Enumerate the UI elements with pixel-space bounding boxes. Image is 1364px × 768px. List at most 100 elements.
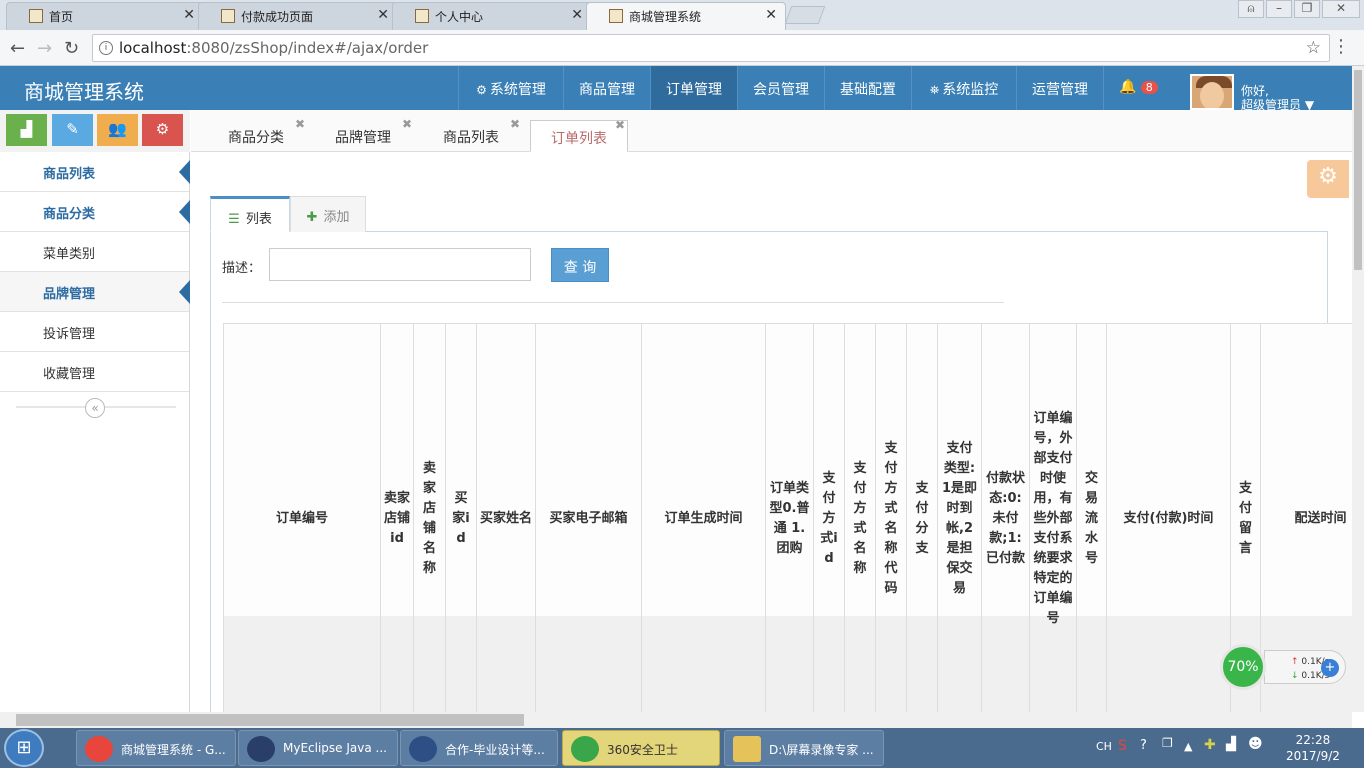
column-header[interactable]: 订单生成时间 [641, 324, 765, 712]
column-header[interactable]: 支付方式id [813, 324, 844, 712]
network-signal-icon[interactable]: ▟ [1226, 737, 1236, 752]
shield-360-icon[interactable]: ✚ [1204, 737, 1216, 753]
description-input[interactable] [269, 248, 531, 281]
column-header[interactable]: 卖家店铺名称 [413, 324, 445, 712]
column-header[interactable]: 付款状态:0:未付款;1:已付款 [981, 324, 1029, 712]
nav-basic-config[interactable]: 基础配置 [824, 66, 911, 110]
close-tab-icon[interactable]: ✕ [377, 7, 389, 23]
close-tab-icon[interactable]: ✖ [402, 117, 412, 131]
cogs-icon[interactable]: ⚙ [142, 114, 183, 146]
user-menu[interactable]: 你好, 超级管理员 ▼ [1241, 84, 1314, 112]
close-tab-icon[interactable]: ✖ [295, 117, 305, 131]
taskbar-item-explorer[interactable]: D:\屏幕录像专家 ... [724, 730, 884, 766]
new-tab-button[interactable] [784, 6, 826, 24]
tab-product-list[interactable]: 商品列表 ✖ [428, 117, 520, 152]
browser-menu-icon[interactable]: ⋮ [1332, 36, 1350, 57]
users-icon[interactable]: 👥 [97, 114, 138, 146]
browser-tab-home[interactable]: 首页 ✕ [6, 2, 204, 30]
taskbar-label: 360安全卫士 [607, 743, 678, 757]
taskbar-item-360[interactable]: 360安全卫士 [562, 730, 720, 766]
help-icon[interactable]: ? [1140, 738, 1147, 753]
show-hidden-icon[interactable]: ▲ [1184, 740, 1192, 753]
nav-label: 商品管理 [579, 82, 635, 98]
nav-system-monitor[interactable]: ⛯ 系统监控 [911, 66, 1016, 110]
collapse-sidebar-icon[interactable]: « [85, 398, 105, 418]
tab-list[interactable]: ☰ 列表 [210, 196, 290, 232]
browser-tab-mall-admin[interactable]: 商城管理系统 ✕ [586, 2, 786, 30]
query-button[interactable]: 查 询 [551, 248, 609, 282]
signal-icon[interactable]: ▟ [6, 114, 47, 146]
close-tab-icon[interactable]: ✕ [765, 7, 777, 23]
speed-box: ↑ 0.1K/s ↓ 0.1K/s + [1264, 650, 1346, 684]
scrollbar-thumb[interactable] [1354, 70, 1362, 270]
avatar[interactable] [1190, 74, 1234, 110]
restore-icon[interactable]: ❐ [1294, 0, 1320, 18]
qq-icon[interactable]: ☻ [1248, 736, 1263, 752]
taskbar-item-myeclipse[interactable]: MyEclipse Java ... [238, 730, 398, 766]
column-header[interactable]: 买家电子邮箱 [535, 324, 641, 712]
clipboard-icon[interactable]: ❐ [1162, 736, 1173, 750]
windows-start-icon[interactable]: ⊞ [4, 729, 44, 767]
tab-order-list[interactable]: 订单列表 ✖ [530, 118, 628, 152]
column-header[interactable]: 支付方式名称代码 [875, 324, 906, 712]
taskbar-item-chrome[interactable]: 商城管理系统 - G... [76, 730, 236, 766]
minimize-icon[interactable]: – [1266, 0, 1292, 18]
column-header[interactable]: 支付分支 [906, 324, 937, 712]
back-arrow-icon[interactable]: ← [10, 38, 25, 59]
clock[interactable]: 22:28 2017/9/2 [1286, 732, 1340, 764]
tab-product-category[interactable]: 商品分类 ✖ [213, 117, 305, 152]
close-tab-icon[interactable]: ✖ [615, 118, 625, 132]
tab-brand-management[interactable]: 品牌管理 ✖ [320, 117, 412, 152]
column-header[interactable]: 支付类型:1是即时到帐,2是担保交易 [937, 324, 981, 712]
sidebar-item-product-list[interactable]: 商品列表 [0, 152, 190, 192]
input-language[interactable]: CH [1096, 740, 1112, 753]
sidebar-item-complaint-management[interactable]: 投诉管理 [0, 312, 189, 352]
settings-gear-icon[interactable]: ⚙ [1307, 160, 1349, 198]
column-header[interactable]: 支付(付款)时间 [1106, 324, 1230, 712]
sidebar-item-favorite-management[interactable]: 收藏管理 [0, 352, 189, 392]
nav-member-management[interactable]: 会员管理 [737, 66, 824, 110]
column-header[interactable]: 订单类型0.普通 1.团购 [765, 324, 813, 712]
plus-icon[interactable]: + [1321, 659, 1339, 677]
taskbar-label: D:\屏幕录像专家 ... [769, 743, 874, 757]
close-tab-icon[interactable]: ✕ [571, 7, 583, 23]
memory-usage-percent: 70% [1220, 644, 1266, 690]
nav-system-management[interactable]: ⚙ 系统管理 [458, 66, 563, 110]
notifications-button[interactable]: 🔔 8 [1103, 66, 1173, 110]
column-header[interactable]: 支付方式名称 [844, 324, 875, 712]
tab-label: 列表 [245, 212, 272, 227]
taskbar-item-qq-chat[interactable]: 合作-毕业设计等... [400, 730, 558, 766]
sidebar-item-label: 商品分类 [43, 207, 96, 222]
nav-operations-management[interactable]: 运营管理 [1016, 66, 1103, 110]
info-icon[interactable]: i [99, 41, 113, 55]
sidebar-item-product-category[interactable]: 商品分类 [0, 192, 190, 232]
close-tab-icon[interactable]: ✖ [510, 117, 520, 131]
pencil-icon[interactable]: ✎ [52, 114, 93, 146]
column-header[interactable]: 交易流水号 [1076, 324, 1106, 712]
scrollbar-thumb[interactable] [16, 714, 524, 726]
column-header[interactable]: 订单编号，外部支付时使用，有些外部支付系统要求特定的订单编号 [1029, 324, 1076, 712]
nav-order-management[interactable]: 订单管理 [650, 66, 737, 110]
column-header[interactable]: 买家id [445, 324, 476, 712]
column-header[interactable]: 买家姓名 [476, 324, 535, 712]
network-speed-widget[interactable]: ↑ 0.1K/s ↓ 0.1K/s + 70% [1220, 644, 1348, 690]
reload-icon[interactable]: ↻ [64, 38, 79, 59]
vertical-scrollbar[interactable] [1352, 66, 1364, 712]
forward-arrow-icon[interactable]: → [37, 38, 52, 59]
nav-product-management[interactable]: 商品管理 [563, 66, 650, 110]
browser-tab-personal-center[interactable]: 个人中心 ✕ [392, 2, 592, 30]
tab-add[interactable]: ✚ 添加 [290, 196, 366, 232]
url-field[interactable]: i localhost:8080/zsShop/index#/ajax/orde… [92, 34, 1330, 62]
nav-label: 订单管理 [666, 82, 722, 98]
column-header[interactable]: 卖家店铺id [380, 324, 413, 712]
horizontal-scrollbar[interactable] [0, 712, 1352, 728]
user-profile-icon[interactable]: ⍝ [1238, 0, 1264, 18]
sidebar-item-menu-category[interactable]: 菜单类别 [0, 232, 189, 272]
column-header[interactable]: 订单编号 [223, 324, 380, 712]
sogou-icon[interactable]: S [1118, 738, 1127, 754]
browser-tab-payment-success[interactable]: 付款成功页面 ✕ [198, 2, 398, 30]
bookmark-star-icon[interactable]: ☆ [1306, 38, 1321, 58]
sidebar-item-brand-management[interactable]: 品牌管理 [0, 272, 190, 312]
close-tab-icon[interactable]: ✕ [183, 7, 195, 23]
close-window-icon[interactable]: ✕ [1322, 0, 1360, 18]
